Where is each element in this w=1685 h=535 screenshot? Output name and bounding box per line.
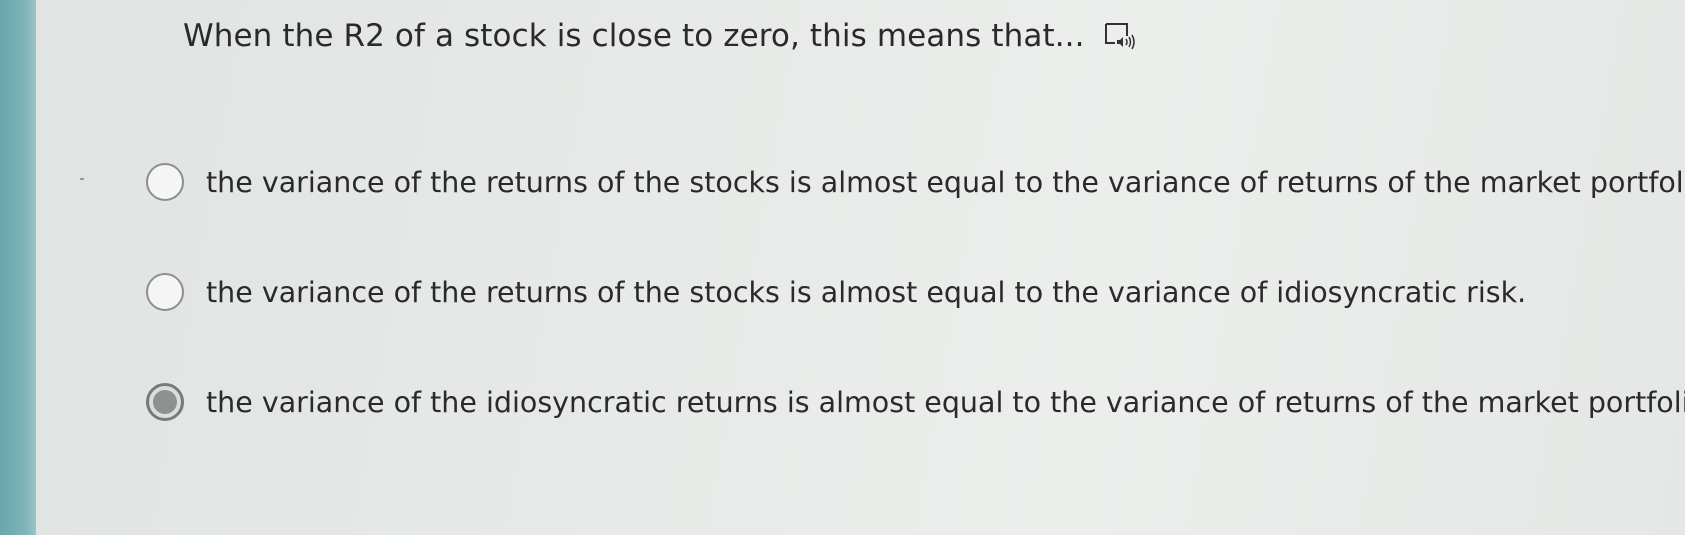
radio-selected-dot [153, 390, 177, 414]
option-1-label: the variance of the returns of the stock… [206, 165, 1685, 199]
option-3-label: the variance of the idiosyncratic return… [206, 385, 1685, 419]
radio-button-2[interactable] [146, 273, 184, 311]
answer-option-3[interactable]: the variance of the idiosyncratic return… [146, 383, 1685, 421]
radio-button-3-selected[interactable] [146, 383, 184, 421]
question-row: When the R2 of a stock is close to zero,… [183, 18, 1139, 54]
option-2-label: the variance of the returns of the stock… [206, 275, 1527, 309]
dash-mark [80, 178, 84, 180]
left-accent-strip [0, 0, 36, 535]
answer-option-2[interactable]: the variance of the returns of the stock… [146, 273, 1526, 311]
question-text: When the R2 of a stock is close to zero,… [183, 18, 1085, 54]
radio-button-1[interactable] [146, 163, 184, 201]
speaker-box-icon[interactable] [1103, 21, 1139, 51]
answer-option-1[interactable]: the variance of the returns of the stock… [146, 163, 1685, 201]
